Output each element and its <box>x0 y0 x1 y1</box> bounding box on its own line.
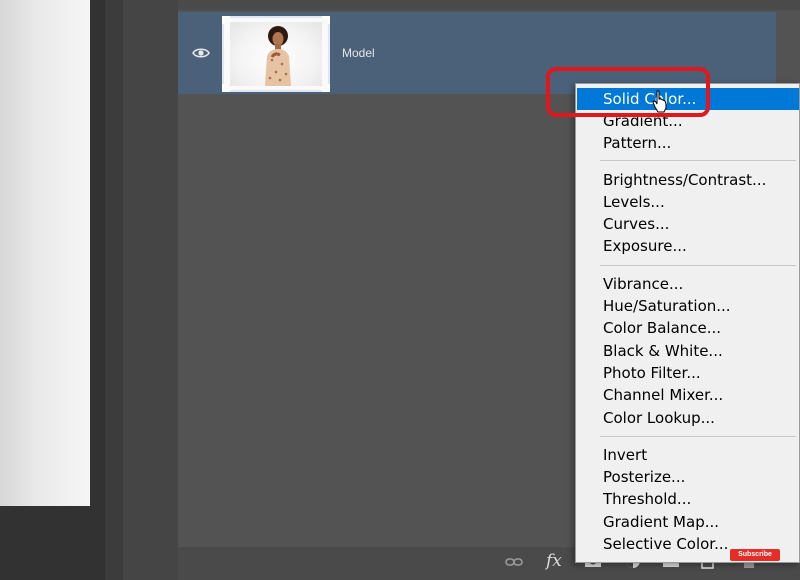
mouse-cursor-icon <box>652 90 667 113</box>
menu-separator <box>600 265 796 266</box>
subscribe-badge: Subscribe <box>730 549 780 561</box>
menu-item-posterize[interactable]: Posterize... <box>577 466 799 488</box>
adjustment-layer-menu: Solid Color... Gradient... Pattern... Br… <box>575 83 800 563</box>
menu-item-levels[interactable]: Levels... <box>577 191 799 213</box>
menu-item-threshold[interactable]: Threshold... <box>577 488 799 510</box>
eye-icon[interactable] <box>190 45 212 61</box>
menu-item-color-balance[interactable]: Color Balance... <box>577 317 799 339</box>
menu-item-vibrance[interactable]: Vibrance... <box>577 273 799 295</box>
menu-item-channel-mixer[interactable]: Channel Mixer... <box>577 384 799 406</box>
menu-item-photo-filter[interactable]: Photo Filter... <box>577 362 799 384</box>
canvas-area[interactable] <box>0 0 105 580</box>
menu-item-gradient-map[interactable]: Gradient Map... <box>577 511 799 533</box>
layer-thumbnail[interactable] <box>222 16 330 92</box>
fx-icon[interactable]: fx <box>546 551 562 571</box>
menu-separator <box>600 436 796 437</box>
menu-item-black-white[interactable]: Black & White... <box>577 340 799 362</box>
menu-item-exposure[interactable]: Exposure... <box>577 235 799 257</box>
canvas-scrollbar[interactable] <box>105 0 123 580</box>
menu-item-curves[interactable]: Curves... <box>577 213 799 235</box>
link-layers-icon[interactable] <box>505 556 523 568</box>
menu-item-color-lookup[interactable]: Color Lookup... <box>577 407 799 429</box>
selection-corner <box>222 16 230 24</box>
selection-corner <box>322 16 330 24</box>
panel-top-strip <box>178 0 800 10</box>
layer-name[interactable]: Model <box>342 46 375 60</box>
menu-item-brightness-contrast[interactable]: Brightness/Contrast... <box>577 169 799 191</box>
document-canvas[interactable] <box>0 0 90 506</box>
menu-separator <box>600 160 796 161</box>
model-photo-thumbnail <box>265 26 291 86</box>
menu-item-pattern[interactable]: Pattern... <box>577 132 799 154</box>
panel-gutter <box>123 0 178 580</box>
menu-item-hue-saturation[interactable]: Hue/Saturation... <box>577 295 799 317</box>
selection-corner <box>322 84 330 92</box>
highlight-annotation <box>546 67 710 117</box>
selection-corner <box>222 84 230 92</box>
menu-item-invert[interactable]: Invert <box>577 444 799 466</box>
